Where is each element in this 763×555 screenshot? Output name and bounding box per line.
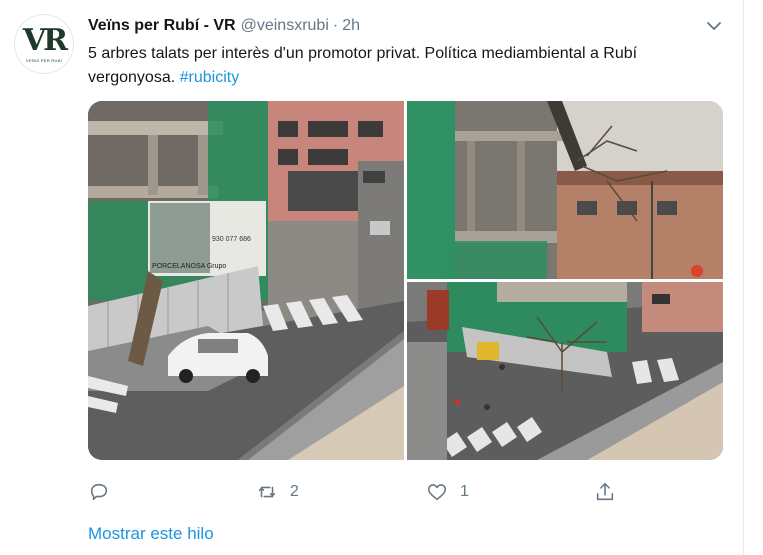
share-icon bbox=[596, 482, 614, 501]
chevron-down-icon[interactable] bbox=[706, 18, 722, 34]
retweet-button[interactable]: 2 bbox=[256, 478, 299, 506]
reply-icon bbox=[90, 483, 108, 501]
tweet-actions: 2 1 bbox=[88, 478, 628, 506]
tweet-header: Veïns per Rubí - VR @veinsxrubi · 2h bbox=[88, 16, 360, 36]
media-grid: 930 077 686 PORCELANOSA Grupo bbox=[88, 101, 723, 460]
share-button[interactable] bbox=[594, 478, 616, 506]
show-thread-link[interactable]: Mostrar este hilo bbox=[88, 524, 214, 544]
retweet-icon bbox=[258, 486, 276, 498]
tweet-text-body: 5 arbres talats per interès d'un promoto… bbox=[88, 45, 638, 86]
reply-button[interactable] bbox=[88, 478, 110, 506]
like-count: 1 bbox=[460, 483, 469, 500]
avatar-logo-subtitle: VEÏNS PER RUBÍ bbox=[25, 57, 63, 63]
hashtag-link[interactable]: #rubicity bbox=[180, 69, 240, 86]
like-button[interactable]: 1 bbox=[426, 478, 469, 506]
author-name[interactable]: Veïns per Rubí - VR bbox=[88, 17, 236, 35]
column-border bbox=[743, 0, 744, 555]
avatar-logo: VR bbox=[22, 22, 68, 58]
retweet-count: 2 bbox=[290, 483, 299, 500]
sign-brand: PORCELANOSA Grupo bbox=[152, 263, 226, 270]
heart-icon bbox=[427, 484, 447, 501]
avatar[interactable]: VR VEÏNS PER RUBÍ bbox=[14, 14, 74, 74]
sign-phone: 930 077 686 bbox=[212, 236, 251, 243]
separator-dot: · bbox=[332, 17, 339, 34]
tweet-time[interactable]: 2h bbox=[342, 17, 360, 35]
author-handle[interactable]: @veinsxrubi bbox=[241, 17, 329, 35]
photo-street-construction[interactable]: 930 077 686 PORCELANOSA Grupo bbox=[88, 101, 404, 460]
photo-aerial-street[interactable] bbox=[407, 282, 723, 460]
tweet-text: 5 arbres talats per interès d'un promoto… bbox=[88, 42, 718, 90]
photo-cut-tree-closeup[interactable] bbox=[407, 101, 723, 279]
